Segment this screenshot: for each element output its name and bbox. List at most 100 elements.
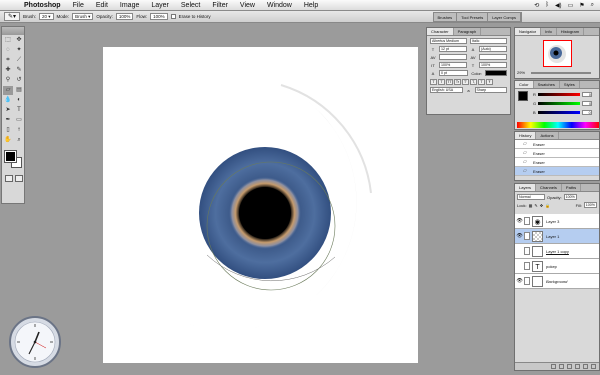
zoom-tool-icon[interactable]: ⌕ (14, 136, 24, 145)
menu-image[interactable]: Image (114, 2, 145, 9)
baseline-shift-field[interactable]: 0 pt (439, 70, 469, 76)
underline-button[interactable]: T (478, 79, 485, 85)
tab-swatches[interactable]: Swatches (534, 81, 560, 88)
lock-brush-icon[interactable]: ✎ (534, 203, 537, 208)
faux-bold-button[interactable]: T (430, 79, 437, 85)
tab-navigator[interactable]: Navigator (515, 28, 542, 35)
quick-mask-mode-button[interactable] (15, 175, 23, 182)
font-family-select[interactable]: Albertus Medium (430, 38, 467, 44)
pen-tool-icon[interactable]: ✒ (3, 116, 13, 125)
color-panel-foreground-chip[interactable] (518, 91, 528, 101)
navigator-zoom-slider[interactable] (531, 72, 591, 74)
layer-row[interactable]: 👁 Background (515, 274, 599, 289)
superscript-button[interactable]: T' (462, 79, 469, 85)
menu-edit[interactable]: Edit (90, 2, 114, 9)
lock-move-icon[interactable]: ✥ (540, 203, 543, 208)
navigator-zoom-value[interactable]: 29% (517, 70, 525, 75)
layer-row-selected[interactable]: 👁 Layer 1 (515, 229, 599, 244)
sync-icon[interactable]: ⟲ (534, 2, 539, 9)
layer-link-icon[interactable] (524, 217, 530, 225)
lock-transparency-icon[interactable]: ▦ (529, 203, 533, 208)
menu-layer[interactable]: Layer (145, 2, 175, 9)
red-slider[interactable]: R 0 (533, 92, 592, 97)
healing-brush-tool-icon[interactable]: ✚ (3, 66, 13, 75)
brush-tool-icon[interactable]: ✎ (14, 66, 24, 75)
antialias-select[interactable]: Sharp (474, 87, 507, 93)
menu-view[interactable]: View (234, 2, 261, 9)
faux-italic-button[interactable]: T (438, 79, 445, 85)
history-brush-tool-icon[interactable]: ↺ (14, 76, 24, 85)
tab-styles[interactable]: Styles (560, 81, 580, 88)
desktop-clock-widget[interactable] (8, 315, 62, 371)
crop-tool-icon[interactable]: ⌗ (3, 56, 13, 65)
adjustment-layer-button[interactable] (575, 364, 580, 369)
all-caps-button[interactable]: TT (446, 79, 453, 85)
tab-channels[interactable]: Channels (536, 184, 562, 191)
tab-histogram[interactable]: Histogram (557, 28, 585, 35)
menu-select[interactable]: Select (175, 2, 206, 9)
document-canvas[interactable] (103, 47, 418, 363)
blend-mode-select[interactable]: Normal (517, 194, 545, 200)
blue-slider[interactable]: B 0 (533, 110, 592, 115)
font-style-select[interactable]: Italic (470, 38, 507, 44)
new-set-button[interactable] (567, 364, 572, 369)
layer-link-icon[interactable] (524, 247, 530, 255)
layer-fill-field[interactable]: 100% (583, 202, 597, 208)
layer-link-icon[interactable] (524, 277, 530, 285)
menu-filter[interactable]: Filter (206, 2, 234, 9)
move-tool-icon[interactable]: ✥ (14, 36, 24, 45)
path-selection-tool-icon[interactable]: ➤ (3, 106, 13, 115)
tracking-field[interactable] (479, 54, 507, 60)
blur-tool-icon[interactable]: 💧 (3, 96, 13, 105)
strikethrough-button[interactable]: Ŧ (486, 79, 493, 85)
toolbox-title-bar[interactable] (2, 27, 24, 35)
delete-layer-button[interactable] (591, 364, 596, 369)
lasso-tool-icon[interactable]: ◌ (3, 46, 13, 55)
small-caps-button[interactable]: Tr (454, 79, 461, 85)
shape-tool-icon[interactable]: ▭ (14, 116, 24, 125)
notes-tool-icon[interactable]: ▯ (3, 126, 13, 135)
dodge-tool-icon[interactable]: ◐ (14, 96, 24, 105)
history-item[interactable]: ▱ Eraser (515, 140, 599, 149)
tab-history[interactable]: History (515, 132, 537, 139)
battery-icon[interactable]: ▭ (568, 2, 574, 9)
layer-style-button[interactable] (551, 364, 556, 369)
volume-icon[interactable]: ◀) (555, 2, 562, 9)
palette-well-tool-presets-tab[interactable]: Tool Presets (457, 12, 489, 21)
tab-actions[interactable]: Actions (536, 132, 559, 139)
flag-icon[interactable]: ⚑ (579, 2, 584, 9)
layer-row[interactable]: 👁 ◉ Layer 3 (515, 214, 599, 229)
history-item-current[interactable]: ▱ Eraser (515, 167, 599, 176)
lock-all-icon[interactable]: 🔒 (545, 203, 550, 208)
red-value[interactable]: 0 (581, 92, 592, 97)
menu-file[interactable]: File (67, 2, 90, 9)
menu-window[interactable]: Window (261, 2, 298, 9)
layer-link-icon[interactable] (524, 232, 530, 240)
tab-color[interactable]: Color (515, 81, 534, 88)
text-color-chip[interactable] (485, 70, 507, 76)
horizontal-scale-field[interactable]: 100% (479, 62, 507, 68)
visibility-eye-icon[interactable]: 👁 (515, 233, 524, 239)
gradient-tool-icon[interactable]: ▤ (14, 86, 24, 95)
visibility-eye-icon[interactable]: 👁 (515, 218, 524, 224)
mode-select[interactable]: Brush ▾ (72, 13, 94, 20)
visibility-eye-icon[interactable]: 👁 (515, 278, 524, 284)
subscript-button[interactable]: T, (470, 79, 477, 85)
tab-layers[interactable]: Layers (515, 184, 537, 191)
blue-value[interactable]: 0 (581, 110, 592, 115)
vertical-scale-field[interactable]: 100% (439, 62, 467, 68)
tab-character[interactable]: Character (427, 28, 454, 35)
history-item[interactable]: ▱ Eraser (515, 158, 599, 167)
eraser-tool-icon[interactable]: ▱ (3, 86, 13, 95)
green-value[interactable]: 0 (582, 101, 593, 106)
tab-paragraph[interactable]: Paragraph (454, 28, 482, 35)
foreground-color-swatch[interactable] (4, 150, 17, 163)
clone-stamp-tool-icon[interactable]: ⚲ (3, 76, 13, 85)
layer-row[interactable]: T pokep (515, 259, 599, 274)
menu-help[interactable]: Help (298, 2, 324, 9)
marquee-tool-icon[interactable]: ⬚ (3, 36, 13, 45)
palette-well-layer-comps-tab[interactable]: Layer Comps (488, 12, 521, 21)
bluetooth-icon[interactable]: ᛒ (545, 2, 549, 8)
navigator-proxy-view[interactable] (543, 40, 572, 67)
history-item[interactable]: ▱ Eraser (515, 149, 599, 158)
